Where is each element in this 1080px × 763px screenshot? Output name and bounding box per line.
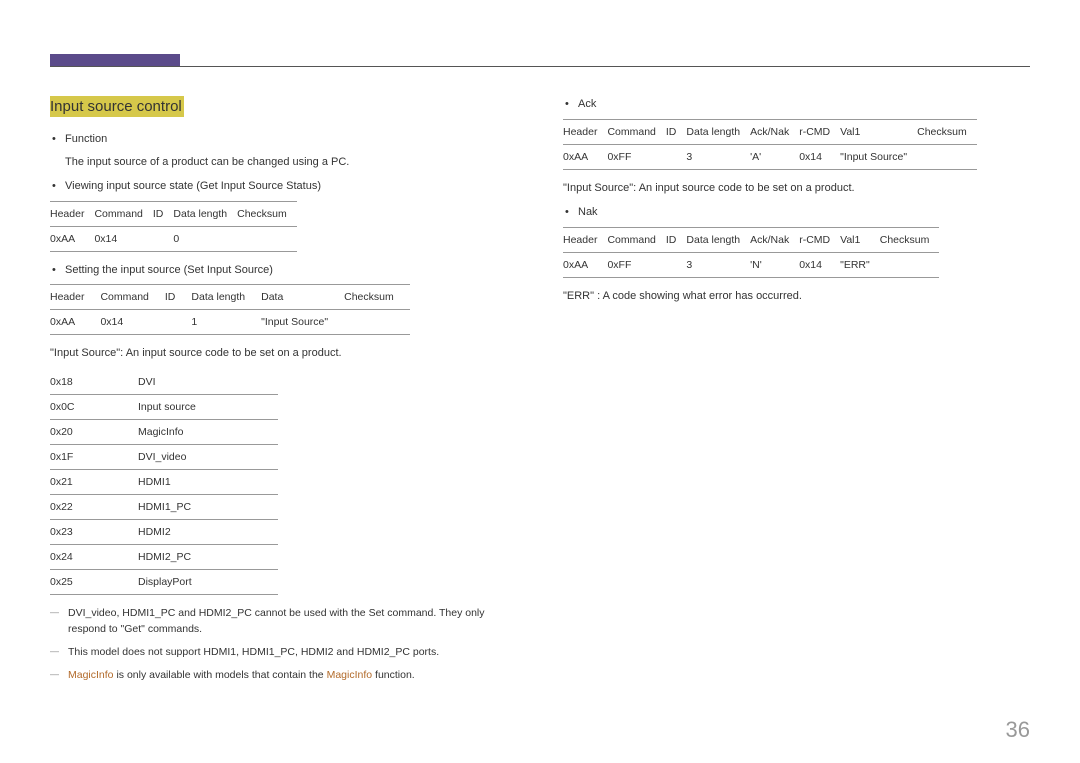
- td: 3: [686, 252, 750, 277]
- td: [917, 144, 977, 169]
- td: 0x20: [50, 419, 138, 444]
- magicinfo-highlight: MagicInfo: [68, 669, 114, 681]
- get-status-table: Header Command ID Data length Checksum 0…: [50, 201, 297, 252]
- td: 0x24: [50, 544, 138, 569]
- td: "Input Source": [840, 144, 917, 169]
- th: ID: [666, 227, 687, 252]
- td: 0xFF: [607, 144, 665, 169]
- ack-bullet: Ack: [563, 96, 1030, 113]
- td: [880, 252, 940, 277]
- td: 'A': [750, 144, 799, 169]
- th: Data length: [173, 201, 237, 226]
- td: 0xAA: [563, 144, 607, 169]
- td: MagicInfo: [138, 419, 278, 444]
- th: Command: [607, 119, 665, 144]
- function-bullet: Function: [50, 131, 517, 148]
- err-description: "ERR" : A code showing what error has oc…: [563, 288, 1030, 305]
- th: Checksum: [880, 227, 940, 252]
- td: [165, 310, 192, 335]
- td: [153, 226, 174, 251]
- td: HDMI1_PC: [138, 494, 278, 519]
- td: 0x18: [50, 370, 138, 395]
- chapter-tab: [50, 54, 180, 66]
- td: 0x0C: [50, 394, 138, 419]
- th: Checksum: [917, 119, 977, 144]
- note-text: function.: [372, 669, 415, 681]
- top-horizontal-rule: [50, 66, 1030, 67]
- footnote-1: DVI_video, HDMI1_PC and HDMI2_PC cannot …: [50, 605, 517, 639]
- th: Checksum: [237, 201, 297, 226]
- section-title: Input source control: [50, 96, 184, 117]
- td: [666, 144, 687, 169]
- th: ID: [165, 285, 192, 310]
- td: 0x14: [799, 144, 840, 169]
- page-number: 36: [1006, 717, 1030, 743]
- note-text: is only available with models that conta…: [114, 669, 327, 681]
- set-source-table: Header Command ID Data length Data Check…: [50, 284, 410, 335]
- th: Data length: [191, 285, 261, 310]
- td: "Input Source": [261, 310, 344, 335]
- right-column: Ack Header Command ID Data length Ack/Na…: [563, 96, 1030, 690]
- td: 0x14: [799, 252, 840, 277]
- td: HDMI2_PC: [138, 544, 278, 569]
- td: "ERR": [840, 252, 880, 277]
- td: 0x14: [100, 310, 164, 335]
- td: 0x22: [50, 494, 138, 519]
- td: 0xAA: [50, 226, 94, 251]
- th: Command: [100, 285, 164, 310]
- td: 1: [191, 310, 261, 335]
- th: Data length: [686, 119, 750, 144]
- function-description: The input source of a product can be cha…: [50, 154, 517, 171]
- th: Checksum: [344, 285, 410, 310]
- td: HDMI1: [138, 469, 278, 494]
- th: Data length: [686, 227, 750, 252]
- left-column: Input source control Function The input …: [50, 96, 517, 690]
- th: Header: [563, 227, 607, 252]
- th: Header: [50, 201, 94, 226]
- td: 0x23: [50, 519, 138, 544]
- viewing-bullet: Viewing input source state (Get Input So…: [50, 178, 517, 195]
- th: Ack/Nak: [750, 227, 799, 252]
- th: r-CMD: [799, 227, 840, 252]
- td: DVI: [138, 370, 278, 395]
- th: Command: [94, 201, 152, 226]
- th: Header: [50, 285, 100, 310]
- td: 'N': [750, 252, 799, 277]
- th: ID: [666, 119, 687, 144]
- th: ID: [153, 201, 174, 226]
- td: [237, 226, 297, 251]
- ack-table: Header Command ID Data length Ack/Nak r-…: [563, 119, 977, 170]
- ack-description: "Input Source": An input source code to …: [563, 180, 1030, 197]
- th: Data: [261, 285, 344, 310]
- input-source-description: "Input Source": An input source code to …: [50, 345, 517, 362]
- th: r-CMD: [799, 119, 840, 144]
- td: DisplayPort: [138, 569, 278, 594]
- th: Ack/Nak: [750, 119, 799, 144]
- magicinfo-highlight: MagicInfo: [327, 669, 373, 681]
- th: Command: [607, 227, 665, 252]
- td: 3: [686, 144, 750, 169]
- nak-table: Header Command ID Data length Ack/Nak r-…: [563, 227, 939, 278]
- td: 0x25: [50, 569, 138, 594]
- footnote-3: MagicInfo is only available with models …: [50, 667, 517, 684]
- td: Input source: [138, 394, 278, 419]
- td: 0xFF: [607, 252, 665, 277]
- td: 0xAA: [50, 310, 100, 335]
- td: DVI_video: [138, 444, 278, 469]
- td: [666, 252, 687, 277]
- source-codes-table: 0x18DVI 0x0CInput source 0x20MagicInfo 0…: [50, 370, 278, 595]
- td: 0: [173, 226, 237, 251]
- th: Val1: [840, 227, 880, 252]
- td: 0x21: [50, 469, 138, 494]
- td: 0x14: [94, 226, 152, 251]
- footnote-2: This model does not support HDMI1, HDMI1…: [50, 644, 517, 661]
- nak-bullet: Nak: [563, 204, 1030, 221]
- td: [344, 310, 410, 335]
- td: HDMI2: [138, 519, 278, 544]
- td: 0xAA: [563, 252, 607, 277]
- th: Header: [563, 119, 607, 144]
- th: Val1: [840, 119, 917, 144]
- td: 0x1F: [50, 444, 138, 469]
- setting-bullet: Setting the input source (Set Input Sour…: [50, 262, 517, 279]
